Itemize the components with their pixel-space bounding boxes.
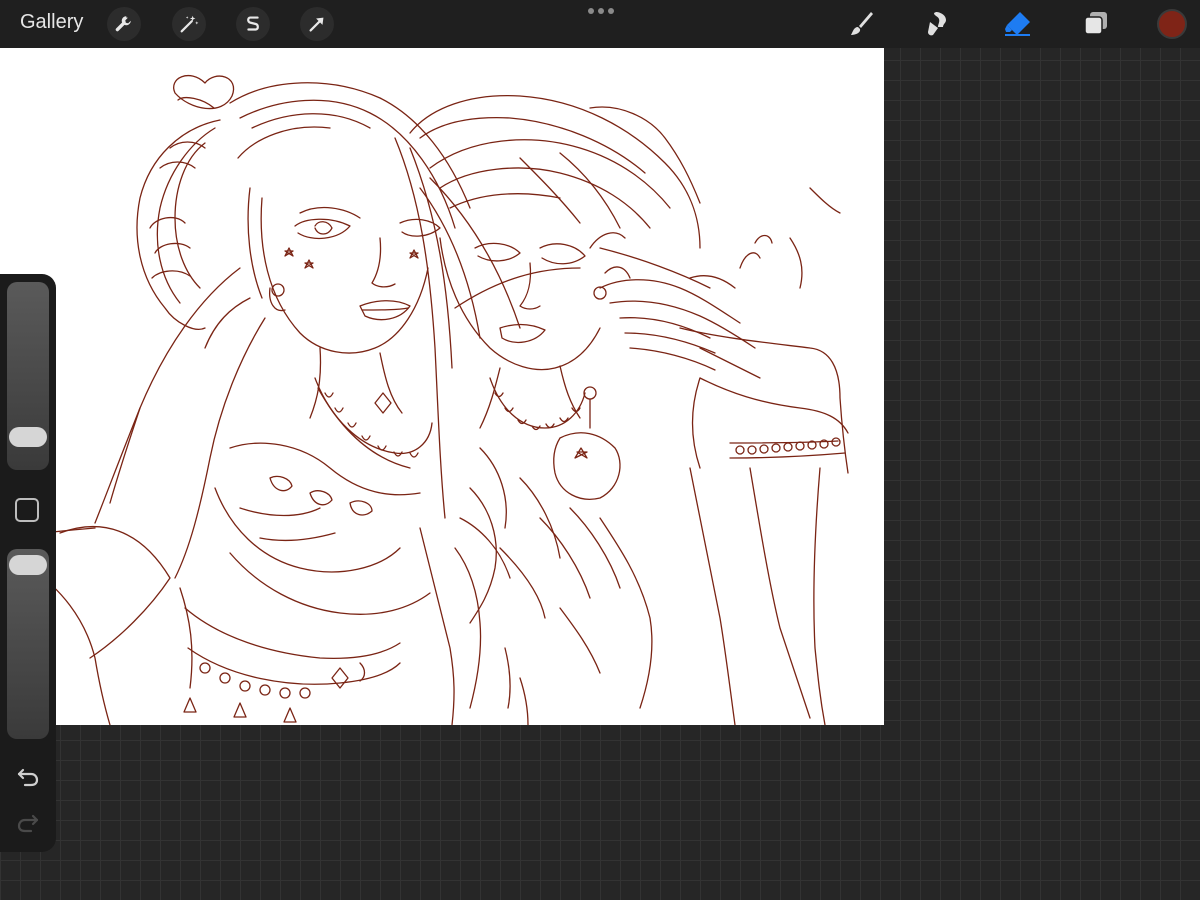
brush-icon (851, 12, 873, 35)
adjustments-button[interactable] (172, 7, 206, 41)
side-toolbar (0, 274, 56, 852)
redo-icon (17, 814, 39, 833)
dot (588, 8, 594, 14)
eraser-button[interactable] (1000, 6, 1036, 42)
transform-button[interactable] (300, 7, 334, 41)
eraser-icon (1005, 12, 1030, 36)
selection-button[interactable] (236, 7, 270, 41)
layers-icon (1084, 12, 1107, 35)
dot (598, 8, 604, 14)
layers-button[interactable] (1078, 6, 1114, 42)
wrench-icon (115, 16, 131, 32)
actions-button[interactable] (107, 7, 141, 41)
undo-icon (17, 768, 39, 787)
sketch-artwork (4, 74, 849, 725)
magic-wand-icon (180, 15, 199, 33)
selection-icon (247, 16, 259, 31)
dot (608, 8, 614, 14)
smudge-button[interactable] (920, 6, 956, 42)
drawing-canvas[interactable] (0, 48, 884, 725)
opacity-slider[interactable] (7, 549, 49, 739)
redo-button[interactable] (14, 808, 42, 836)
undo-button[interactable] (14, 762, 42, 790)
brush-size-slider[interactable] (7, 282, 49, 470)
brush-size-handle[interactable] (9, 426, 47, 447)
top-toolbar: Gallery (0, 0, 1200, 48)
brush-button[interactable] (843, 6, 879, 42)
modify-button[interactable] (15, 498, 39, 522)
gallery-button[interactable]: Gallery (20, 11, 83, 34)
opacity-handle[interactable] (9, 555, 47, 575)
more-options-button[interactable] (588, 6, 614, 16)
color-picker-button[interactable] (1157, 9, 1187, 39)
transform-arrow-icon (309, 17, 324, 32)
smudge-icon (928, 12, 946, 36)
